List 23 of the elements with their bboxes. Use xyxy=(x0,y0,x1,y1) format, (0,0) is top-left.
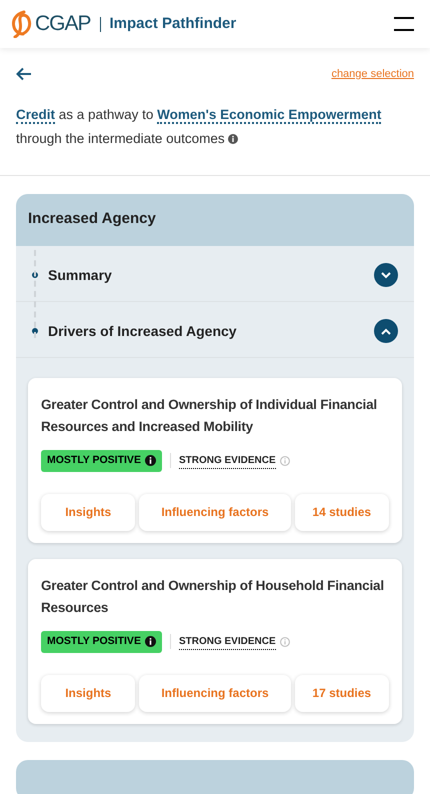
outcome-title: Greater Control and Ownership of Individual Financial Resources and Increased Mobility xyxy=(41,396,378,436)
intro-link[interactable]: Women's Economic Empowerment xyxy=(157,106,382,124)
logo-icon xyxy=(10,10,34,38)
info-icon[interactable] xyxy=(144,636,156,647)
app-title: Impact Pathfinder xyxy=(110,14,236,34)
expand-icon[interactable] xyxy=(374,263,398,287)
intro-text: Credit as a pathway to Women's Economic Empowerment through the intermediate outcomes xyxy=(0,82,430,176)
subsection-title: Drivers of Increased Agency xyxy=(48,322,238,341)
info-icon[interactable] xyxy=(144,455,156,466)
evidence-label[interactable]: STRONG EVIDENCE xyxy=(178,634,276,650)
back-arrow-icon[interactable] xyxy=(16,67,32,82)
collapse-icon[interactable] xyxy=(374,319,398,343)
impact-badge[interactable]: MOSTLY POSITIVE xyxy=(41,630,162,652)
subsection-title: Summary xyxy=(48,266,113,285)
intro-link[interactable]: Credit xyxy=(16,106,56,124)
panel-title: Increased Agency xyxy=(28,209,156,230)
info-icon[interactable] xyxy=(228,134,238,144)
logo-text: CGAP xyxy=(35,11,91,38)
panel-header[interactable]: Increased Agency xyxy=(16,194,414,246)
impact-badge[interactable]: MOSTLY POSITIVE xyxy=(41,450,162,472)
outcome-title: Greater Control and Ownership of Household Financial Resources xyxy=(41,576,385,616)
evidence-label[interactable]: STRONG EVIDENCE xyxy=(178,452,276,468)
menu-icon[interactable] xyxy=(394,17,414,31)
